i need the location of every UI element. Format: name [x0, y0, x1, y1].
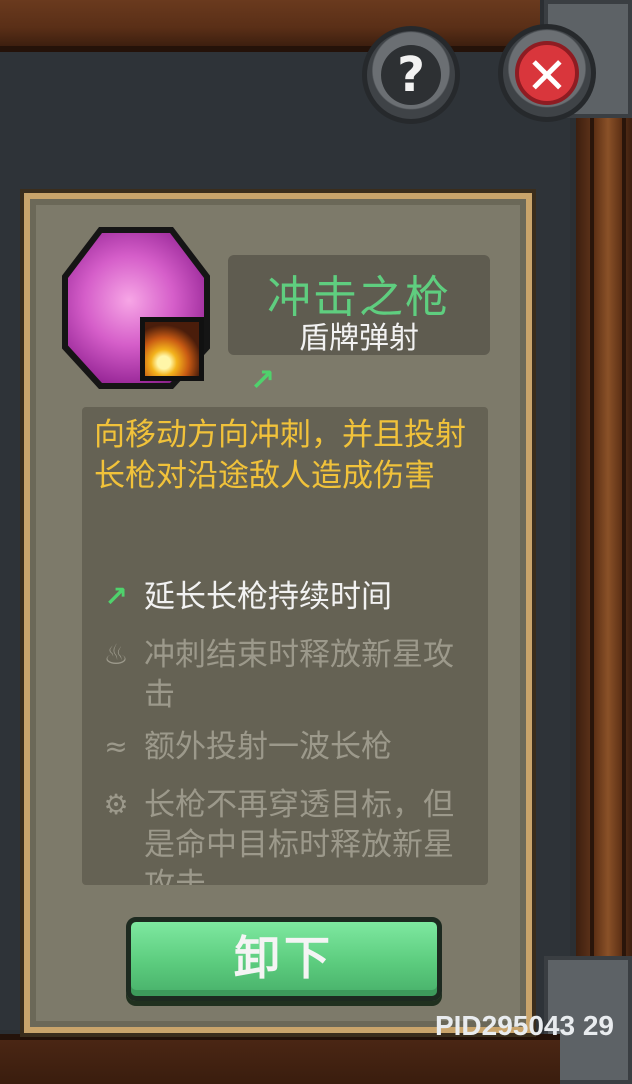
wave-icon: ≈ [104, 730, 128, 763]
wooden-frame-right [576, 0, 632, 1084]
pid-label: PID295043 29 [434, 1010, 614, 1041]
fireball-skill-icon [140, 317, 204, 381]
skill-description: 向移动方向冲刺，并且投射长枪对沿途敌人造成伤害 [94, 417, 466, 494]
help-button[interactable]: ? [362, 26, 460, 124]
flame-icon: ♨ [103, 638, 129, 671]
upgrade-label: 延长长枪持续时间 [144, 579, 392, 615]
gear-icon: ⚙ [103, 788, 129, 821]
upgrade-item: ↗ 延长长枪持续时间 [96, 577, 454, 617]
green-arrow-icon: ↗ [250, 363, 276, 398]
description-panel[interactable]: 向移动方向冲刺，并且投射长枪对沿途敌人造成伤害 ↗ 延长长枪持续时间 ♨ 冲刺结… [82, 407, 488, 885]
upgrade-label: 长枪不再穿透目标，但是命中目标时释放新星攻击 [144, 787, 454, 885]
unequip-button[interactable]: 卸下 [126, 917, 442, 1001]
close-icon: ✕ [515, 41, 579, 105]
question-icon: ? [381, 45, 441, 105]
skill-name-box: 冲击之枪 盾牌弹射 [228, 255, 490, 356]
upgrade-label: 额外投射一波长枪 [144, 729, 392, 765]
upgrade-item: ≈ 额外投射一波长枪 [96, 727, 454, 767]
skill-card: 冲击之枪 盾牌弹射 ↗ 向移动方向冲刺，并且投射长枪对沿途敌人造成伤害 ↗ 延长… [24, 193, 532, 1033]
green-arrow-icon: ↗ [104, 580, 128, 613]
wooden-frame-top [0, 0, 540, 52]
close-button[interactable]: ✕ [498, 24, 596, 122]
upgrade-item: ♨ 冲刺结束时释放新星攻击 [96, 635, 454, 715]
upgrade-item: ⚙ 长枪不再穿透目标，但是命中目标时释放新星攻击 [96, 785, 454, 885]
skill-subtitle: 盾牌弹射 [299, 321, 419, 356]
upgrade-label: 冲刺结束时释放新星攻击 [144, 637, 454, 713]
